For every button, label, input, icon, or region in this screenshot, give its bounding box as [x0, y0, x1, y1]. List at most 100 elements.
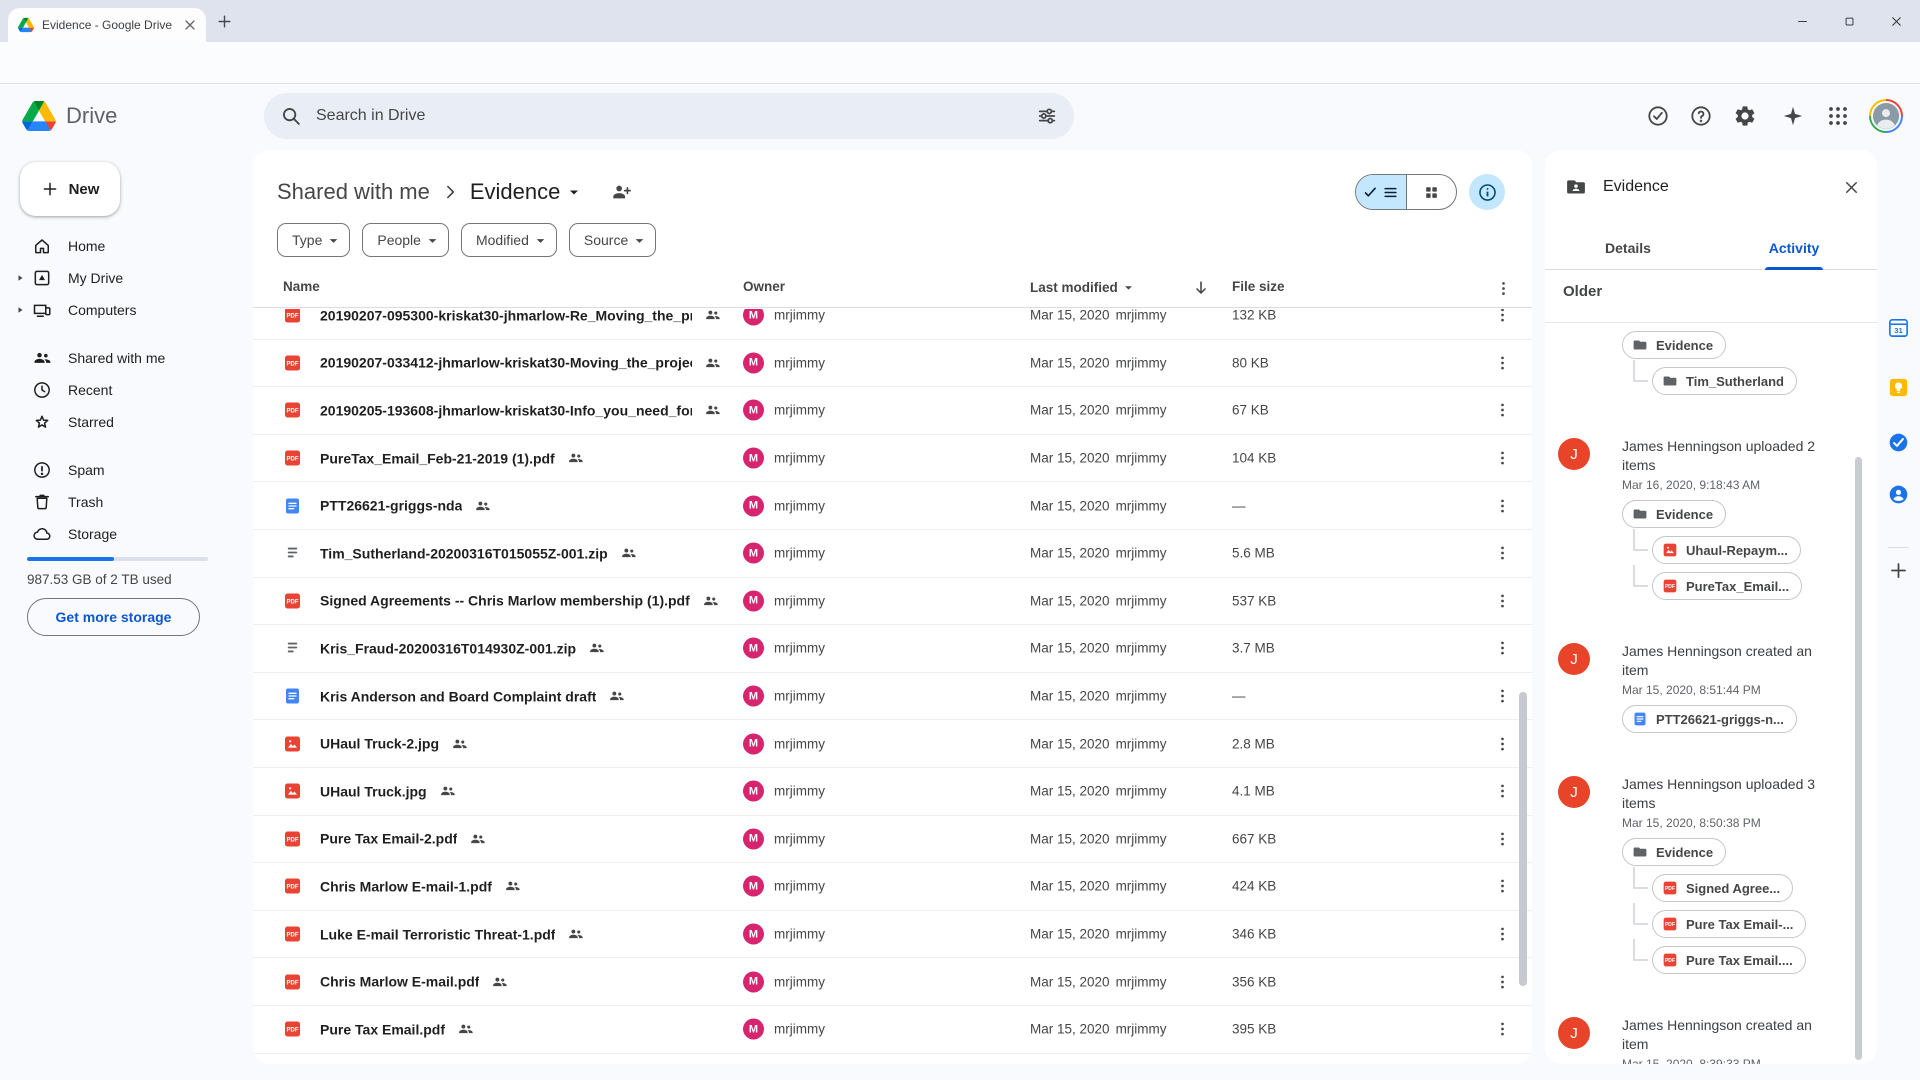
row-more-actions-icon[interactable]: [1493, 309, 1512, 325]
sort-direction-icon[interactable]: [1191, 278, 1211, 298]
filter-chip-source[interactable]: Source: [569, 223, 656, 257]
row-more-actions-icon[interactable]: [1493, 877, 1512, 896]
search-bar[interactable]: Search in Drive: [264, 93, 1074, 139]
file-row[interactable]: PDFPure Tax Email.pdfMmrjimmyMar 15, 202…: [253, 1006, 1532, 1054]
tab-details[interactable]: Details: [1545, 236, 1711, 269]
owner-avatar: M: [743, 781, 764, 802]
row-more-actions-icon[interactable]: [1493, 782, 1512, 801]
file-chip[interactable]: Evidence: [1622, 331, 1726, 359]
sidebar-item-shared-with-me[interactable]: Shared with me: [0, 342, 253, 374]
list-view-button[interactable]: [1356, 175, 1407, 209]
file-row[interactable]: PDFPure Tax Email-2.pdfMmrjimmyMar 15, 2…: [253, 816, 1532, 864]
file-row[interactable]: Kris Anderson and Board Complaint draftM…: [253, 673, 1532, 721]
table-options-icon[interactable]: [1494, 279, 1513, 298]
tab-activity[interactable]: Activity: [1711, 236, 1877, 269]
file-chip[interactable]: PDFPureTax_Email...: [1652, 572, 1802, 600]
sidebar-item-trash[interactable]: Trash: [0, 486, 253, 518]
details-info-button[interactable]: [1469, 174, 1505, 210]
get-more-storage-button[interactable]: Get more storage: [27, 598, 200, 636]
sidebar-item-my-drive[interactable]: My Drive: [0, 262, 253, 294]
file-row[interactable]: Tim_Sutherland-20200316T015055Z-001.zipM…: [253, 530, 1532, 578]
filter-chip-modified[interactable]: Modified: [461, 223, 557, 257]
file-chip[interactable]: Tim_Sutherland: [1652, 367, 1797, 395]
keep-app-icon[interactable]: [1887, 376, 1910, 399]
file-chip[interactable]: Evidence: [1622, 500, 1726, 528]
sidebar-item-storage[interactable]: Storage: [0, 518, 253, 550]
close-icon[interactable]: [1842, 178, 1861, 197]
drive-brand[interactable]: Drive: [22, 84, 117, 148]
file-chip[interactable]: PDFSigned Agree...: [1652, 874, 1793, 902]
file-row[interactable]: PTT26621-griggs-ndaMmrjimmyMar 15, 2020m…: [253, 482, 1532, 530]
search-input[interactable]: Search in Drive: [316, 107, 1022, 125]
filter-chip-type[interactable]: Type: [277, 223, 350, 257]
row-more-actions-icon[interactable]: [1493, 544, 1512, 563]
sidebar-item-spam[interactable]: Spam: [0, 454, 253, 486]
file-row[interactable]: Kris_Fraud-20200316T014930Z-001.zipMmrji…: [253, 625, 1532, 673]
file-row[interactable]: PDFChris Marlow E-mail.pdfMmrjimmyMar 15…: [253, 958, 1532, 1006]
row-more-actions-icon[interactable]: [1493, 972, 1512, 991]
sidebar-item-recent[interactable]: Recent: [0, 374, 253, 406]
sidebar-item-starred[interactable]: Starred: [0, 406, 253, 438]
tasks-app-icon[interactable]: [1887, 431, 1910, 454]
row-more-actions-icon[interactable]: [1493, 496, 1512, 515]
contacts-app-icon[interactable]: [1887, 483, 1910, 506]
window-minimize-button[interactable]: [1779, 0, 1826, 42]
file-chip[interactable]: PTT26621-griggs-n...: [1622, 705, 1797, 733]
file-list-scrollbar[interactable]: [1519, 692, 1527, 986]
row-more-actions-icon[interactable]: [1493, 1020, 1512, 1039]
grid-view-button[interactable]: [1407, 175, 1457, 209]
file-row[interactable]: PDF20190207-033412-jhmarlow-kriskat30-Mo…: [253, 340, 1532, 388]
advanced-search-icon[interactable]: [1036, 105, 1058, 127]
file-row[interactable]: PDFPureTax_Email_Feb-21-2019 (1).pdfMmrj…: [253, 435, 1532, 483]
window-maximize-button[interactable]: [1826, 0, 1873, 42]
breadcrumb-root[interactable]: Shared with me: [277, 179, 430, 205]
row-more-actions-icon[interactable]: [1493, 829, 1512, 848]
browser-tab[interactable]: Evidence - Google Drive: [8, 8, 206, 42]
breadcrumb-current[interactable]: Evidence: [470, 179, 585, 205]
file-chip[interactable]: PDFPure Tax Email-...: [1652, 910, 1806, 938]
add-apps-icon[interactable]: [1888, 560, 1909, 581]
help-icon[interactable]: [1689, 104, 1713, 128]
file-row[interactable]: PDFLuke E-mail Terroristic Threat-1.pdfM…: [253, 911, 1532, 959]
new-tab-button[interactable]: [216, 13, 233, 30]
sidebar-item-computers[interactable]: Computers: [0, 294, 253, 326]
row-more-actions-icon[interactable]: [1493, 591, 1512, 610]
file-row[interactable]: UHaul Truck-2.jpgMmrjimmyMar 15, 2020mrj…: [253, 720, 1532, 768]
share-members-icon[interactable]: [610, 181, 632, 203]
file-row[interactable]: PDF20190205-193608-jhmarlow-kriskat30-In…: [253, 387, 1532, 435]
file-chip[interactable]: Uhaul-Repaym...: [1652, 536, 1801, 564]
settings-gear-icon[interactable]: [1733, 104, 1757, 128]
new-button[interactable]: New: [20, 162, 120, 216]
file-chip[interactable]: PDFPure Tax Email....: [1652, 946, 1806, 974]
row-more-actions-icon[interactable]: [1493, 925, 1512, 944]
gemini-sparkle-icon[interactable]: [1781, 104, 1805, 128]
google-apps-grid-icon[interactable]: [1826, 104, 1850, 128]
offline-status-icon[interactable]: [1646, 104, 1670, 128]
search-icon[interactable]: [280, 105, 302, 127]
sidebar-item-home[interactable]: Home: [0, 230, 253, 262]
file-row[interactable]: PDF20190207-095300-kriskat30-jhmarlow-Re…: [253, 309, 1532, 340]
row-more-actions-icon[interactable]: [1493, 353, 1512, 372]
window-close-button[interactable]: [1873, 0, 1920, 42]
row-more-actions-icon[interactable]: [1493, 639, 1512, 658]
row-more-actions-icon[interactable]: [1493, 734, 1512, 753]
folder-menu-caret-icon[interactable]: [564, 182, 584, 202]
row-more-actions-icon[interactable]: [1493, 401, 1512, 420]
file-chip[interactable]: Evidence: [1622, 838, 1726, 866]
column-header-size[interactable]: File size: [1232, 279, 1285, 294]
column-header-modified[interactable]: Last modified: [1030, 279, 1137, 296]
account-avatar[interactable]: [1869, 99, 1903, 133]
row-more-actions-icon[interactable]: [1493, 449, 1512, 468]
expand-arrow-icon[interactable]: [14, 272, 26, 284]
column-header-owner[interactable]: Owner: [743, 279, 785, 294]
file-row[interactable]: UHaul Truck.jpgMmrjimmyMar 15, 2020mrjim…: [253, 768, 1532, 816]
filter-chip-people[interactable]: People: [362, 223, 449, 257]
row-more-actions-icon[interactable]: [1493, 687, 1512, 706]
activity-scrollbar[interactable]: [1855, 457, 1862, 1060]
file-row[interactable]: PDFSigned Agreements -- Chris Marlow mem…: [253, 578, 1532, 626]
column-header-name[interactable]: Name: [283, 279, 320, 294]
file-row[interactable]: PDFChris Marlow E-mail-1.pdfMmrjimmyMar …: [253, 863, 1532, 911]
tab-close-icon[interactable]: [182, 17, 198, 33]
expand-arrow-icon[interactable]: [14, 304, 26, 316]
calendar-app-icon[interactable]: 31: [1887, 316, 1910, 339]
